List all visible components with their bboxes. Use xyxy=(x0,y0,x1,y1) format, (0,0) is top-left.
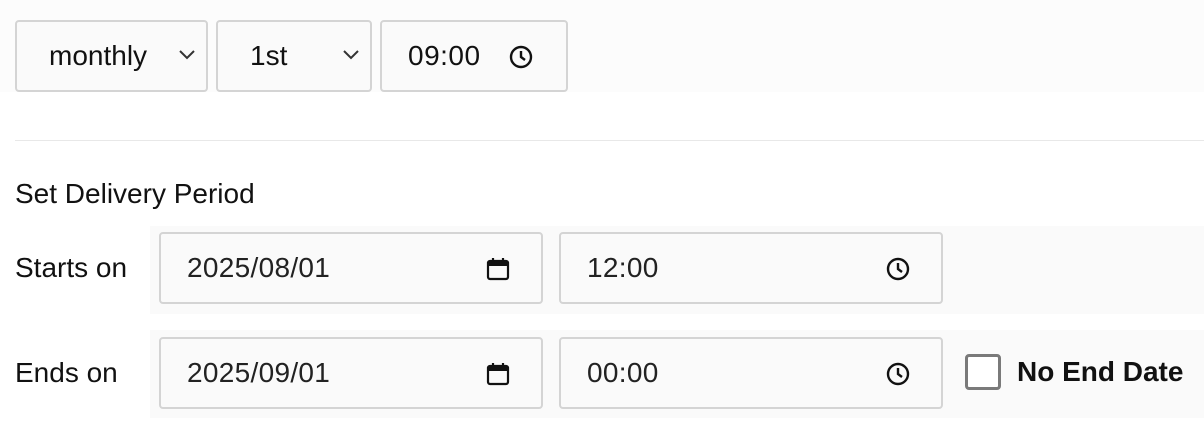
end-date-value: 2025/09/01 xyxy=(187,357,331,388)
frequency-select-value: monthly xyxy=(49,40,148,71)
section-divider xyxy=(15,140,1204,141)
start-date-input[interactable]: 2025/08/01 xyxy=(159,232,543,304)
ends-on-label: Ends on xyxy=(15,357,118,388)
clock-icon[interactable] xyxy=(885,361,911,387)
calendar-icon[interactable] xyxy=(485,256,511,282)
start-time-input[interactable]: 12:00 xyxy=(559,232,943,304)
no-end-date-checkbox[interactable] xyxy=(965,354,1001,390)
day-select[interactable]: 1st xyxy=(216,20,372,92)
starts-on-label: Starts on xyxy=(15,252,128,283)
calendar-icon[interactable] xyxy=(485,361,511,387)
chevron-down-icon xyxy=(178,48,196,62)
clock-icon[interactable] xyxy=(508,44,534,70)
end-time-input[interactable]: 00:00 xyxy=(559,337,943,409)
start-date-value: 2025/08/01 xyxy=(187,252,331,283)
frequency-select[interactable]: monthly xyxy=(15,20,208,92)
no-end-date-label[interactable]: No End Date xyxy=(1017,356,1183,388)
chevron-down-icon xyxy=(342,48,360,62)
end-time-value: 00:00 xyxy=(587,357,659,388)
schedule-form: monthly 1st 09:00 Set Delivery Period St… xyxy=(0,0,1204,424)
end-date-input[interactable]: 2025/09/01 xyxy=(159,337,543,409)
delivery-period-title: Set Delivery Period xyxy=(15,178,255,209)
day-select-value: 1st xyxy=(250,40,288,71)
clock-icon[interactable] xyxy=(885,256,911,282)
schedule-time-input[interactable]: 09:00 xyxy=(380,20,568,92)
start-time-value: 12:00 xyxy=(587,252,659,283)
schedule-time-value: 09:00 xyxy=(408,40,481,71)
